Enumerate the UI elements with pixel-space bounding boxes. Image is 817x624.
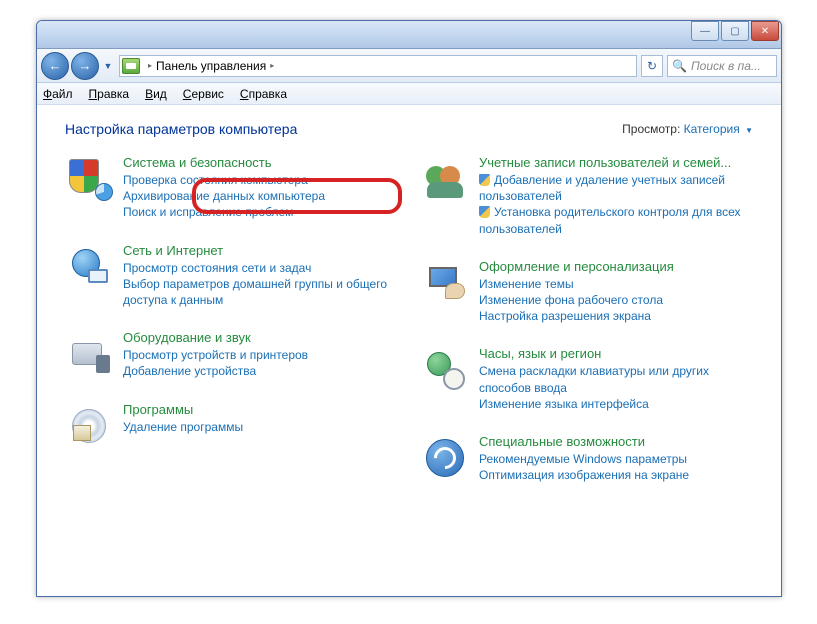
search-input[interactable]: 🔍 Поиск в па... xyxy=(667,55,777,77)
category-clock-language: Часы, язык и регион Смена раскладки клави… xyxy=(421,346,753,412)
breadcrumb-sep-icon[interactable]: ▸ xyxy=(270,61,274,70)
titlebar[interactable]: — ▢ ✕ xyxy=(37,21,781,49)
page-title: Настройка параметров компьютера xyxy=(65,121,297,137)
nav-history-dropdown[interactable]: ▼ xyxy=(101,56,115,76)
category-hardware-sound: Оборудование и звук Просмотр устройств и … xyxy=(65,330,397,379)
view-by-label: Просмотр: xyxy=(622,122,680,136)
content-header: Настройка параметров компьютера Просмотр… xyxy=(65,121,753,137)
search-placeholder: Поиск в па... xyxy=(691,59,761,73)
category-link[interactable]: Оптимизация изображения на экране xyxy=(479,467,753,483)
category-link[interactable]: Рекомендуемые Windows параметры xyxy=(479,451,753,467)
category-programs: Программы Удаление программы xyxy=(65,402,397,450)
accessibility-icon[interactable] xyxy=(421,434,469,482)
close-button[interactable]: ✕ xyxy=(751,21,779,41)
view-by-control[interactable]: Просмотр: Категория ▼ xyxy=(622,122,753,136)
category-link[interactable]: Просмотр устройств и принтеров xyxy=(123,347,397,363)
category-title[interactable]: Оборудование и звук xyxy=(123,330,397,345)
chevron-down-icon: ▼ xyxy=(745,126,753,135)
address-bar[interactable]: ▸ Панель управления ▸ xyxy=(119,55,637,77)
breadcrumb-sep-icon: ▸ xyxy=(148,61,152,70)
category-user-accounts: Учетные записи пользователей и семей... Д… xyxy=(421,155,753,237)
network-globe-icon[interactable] xyxy=(65,243,113,291)
category-link[interactable]: Удаление программы xyxy=(123,419,397,435)
category-title[interactable]: Программы xyxy=(123,402,397,417)
category-link[interactable]: Архивирование данных компьютера xyxy=(123,188,397,204)
menu-help[interactable]: Справка xyxy=(240,87,287,101)
window-controls: — ▢ ✕ xyxy=(689,21,779,41)
content-area: Настройка параметров компьютера Просмотр… xyxy=(37,105,781,596)
category-title[interactable]: Оформление и персонализация xyxy=(479,259,753,274)
category-system-security: Система и безопасность Проверка состояния… xyxy=(65,155,397,221)
menu-view[interactable]: Вид xyxy=(145,87,167,101)
category-appearance: Оформление и персонализация Изменение тем… xyxy=(421,259,753,325)
category-ease-of-access: Специальные возможности Рекомендуемые Win… xyxy=(421,434,753,483)
category-link[interactable]: Выбор параметров домашней группы и общег… xyxy=(123,276,397,308)
menu-file[interactable]: Файл xyxy=(43,87,73,101)
menubar: Файл Правка Вид Сервис Справка xyxy=(37,83,781,105)
menu-service[interactable]: Сервис xyxy=(183,87,224,101)
category-link[interactable]: Добавление устройства xyxy=(123,363,397,379)
clock-region-icon[interactable] xyxy=(421,346,469,394)
personalization-icon[interactable] xyxy=(421,259,469,307)
category-columns: Система и безопасность Проверка состояния… xyxy=(65,155,753,505)
category-title[interactable]: Часы, язык и регион xyxy=(479,346,753,361)
category-link[interactable]: Просмотр состояния сети и задач xyxy=(123,260,397,276)
user-accounts-icon[interactable] xyxy=(421,155,469,203)
category-link[interactable]: Поиск и исправление проблем xyxy=(123,204,397,220)
category-link[interactable]: Настройка разрешения экрана xyxy=(479,308,753,324)
category-title[interactable]: Система и безопасность xyxy=(123,155,397,170)
control-panel-window: — ▢ ✕ ← → ▼ ▸ Панель управления ▸ ↻ 🔍 По… xyxy=(36,20,782,597)
category-link[interactable]: Установка родительского контроля для все… xyxy=(479,204,753,236)
minimize-button[interactable]: — xyxy=(691,21,719,41)
category-link[interactable]: Изменение фона рабочего стола xyxy=(479,292,753,308)
view-by-value[interactable]: Категория xyxy=(684,122,740,136)
category-link[interactable]: Проверка состояния компьютера xyxy=(123,172,397,188)
search-icon: 🔍 xyxy=(672,59,687,73)
category-title[interactable]: Сеть и Интернет xyxy=(123,243,397,258)
category-link[interactable]: Добавление и удаление учетных записей по… xyxy=(479,172,753,204)
refresh-button[interactable]: ↻ xyxy=(641,55,663,77)
category-link[interactable]: Изменение темы xyxy=(479,276,753,292)
left-column: Система и безопасность Проверка состояния… xyxy=(65,155,397,505)
control-panel-icon xyxy=(122,58,140,74)
category-title[interactable]: Специальные возможности xyxy=(479,434,753,449)
back-button[interactable]: ← xyxy=(41,52,69,80)
nav-toolbar: ← → ▼ ▸ Панель управления ▸ ↻ 🔍 Поиск в … xyxy=(37,49,781,83)
category-title[interactable]: Учетные записи пользователей и семей... xyxy=(479,155,753,170)
category-network-internet: Сеть и Интернет Просмотр состояния сети и… xyxy=(65,243,397,309)
forward-button[interactable]: → xyxy=(71,52,99,80)
breadcrumb-root[interactable]: Панель управления xyxy=(156,59,266,73)
hardware-printer-icon[interactable] xyxy=(65,330,113,378)
right-column: Учетные записи пользователей и семей... Д… xyxy=(421,155,753,505)
maximize-button[interactable]: ▢ xyxy=(721,21,749,41)
category-link[interactable]: Смена раскладки клавиатуры или других сп… xyxy=(479,363,753,395)
menu-edit[interactable]: Правка xyxy=(89,87,130,101)
programs-disc-icon[interactable] xyxy=(65,402,113,450)
category-link[interactable]: Изменение языка интерфейса xyxy=(479,396,753,412)
security-shield-icon[interactable] xyxy=(65,155,113,203)
